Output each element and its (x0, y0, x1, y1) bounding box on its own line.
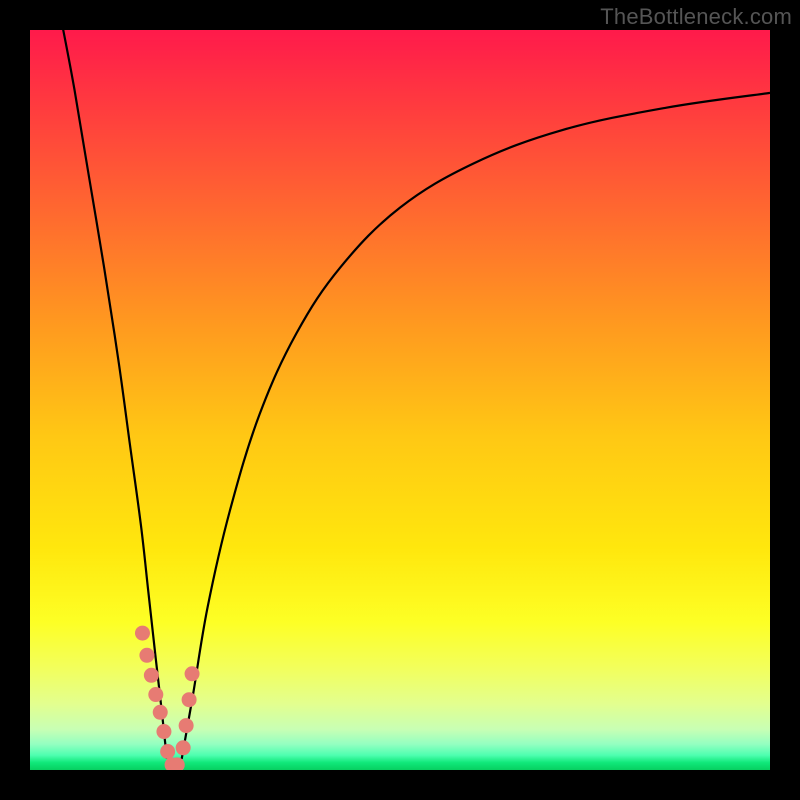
marker-left_cluster (135, 626, 150, 641)
curve-right_branch (182, 93, 770, 759)
marker-left_cluster (156, 724, 171, 739)
marker-left_cluster (144, 668, 159, 683)
marker-right_cluster (185, 666, 200, 681)
watermark-text: TheBottleneck.com (600, 4, 792, 30)
marker-left_cluster (160, 744, 175, 759)
marker-left_cluster (153, 705, 168, 720)
marker-right_cluster (176, 740, 191, 755)
chart-frame: TheBottleneck.com (0, 0, 800, 800)
marker-right_cluster (179, 718, 194, 733)
plot-area (30, 30, 770, 770)
marker-left_cluster (139, 648, 154, 663)
bottleneck-curve (30, 30, 770, 770)
marker-left_cluster (148, 687, 163, 702)
marker-right_cluster (182, 692, 197, 707)
